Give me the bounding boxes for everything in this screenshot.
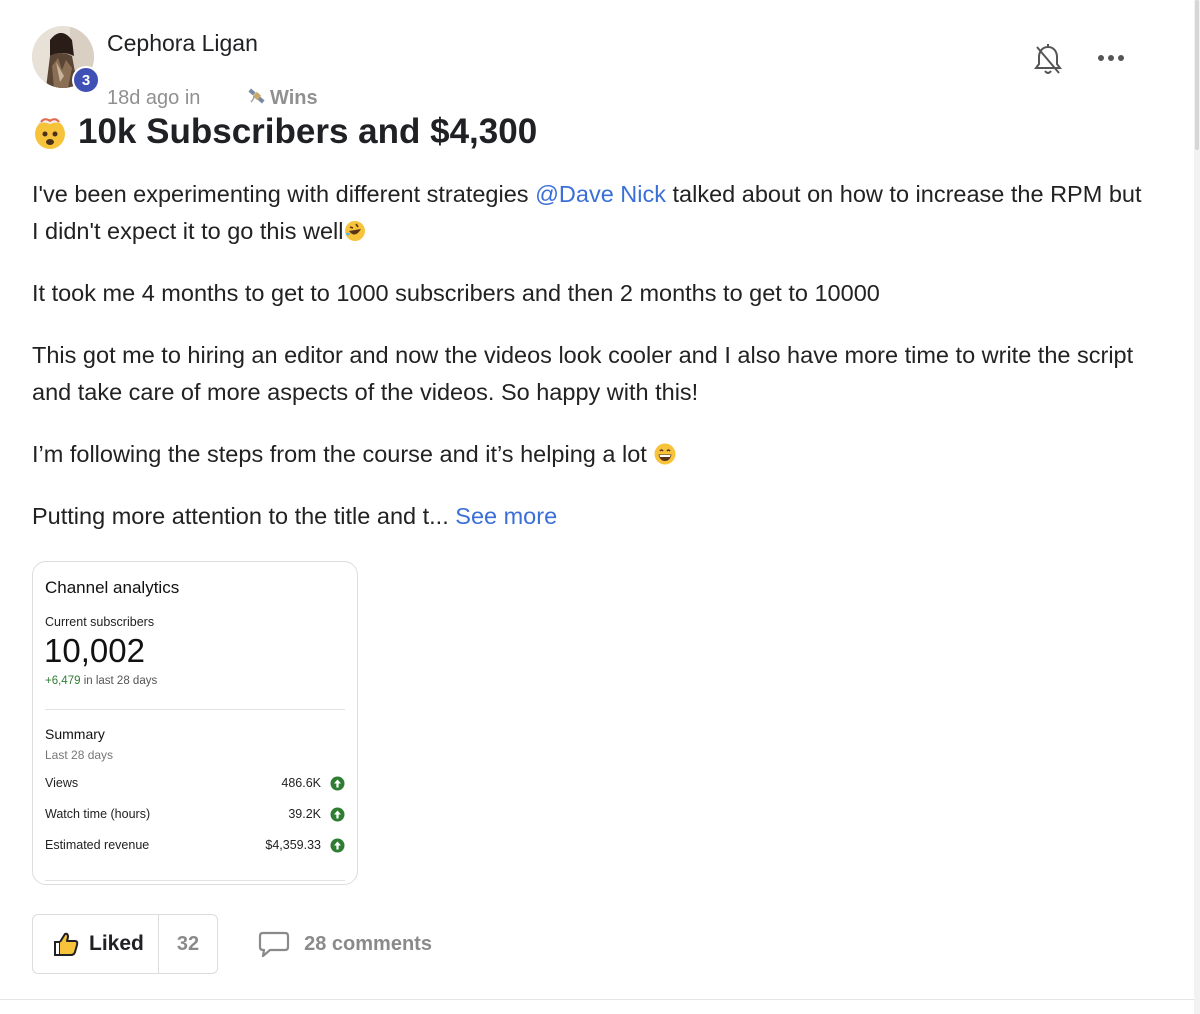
scrollbar-track[interactable] (1194, 0, 1200, 1014)
summary-row-label: Watch time (hours) (45, 807, 151, 821)
paragraph-1-text: I've been experimenting with different s… (32, 181, 536, 207)
summary-period: Last 28 days (45, 748, 114, 762)
like-label: Liked (89, 932, 144, 955)
subscribers-delta: +6,479 (45, 675, 81, 687)
trend-up-icon (330, 807, 345, 822)
scrollbar-thumb[interactable] (1195, 0, 1199, 150)
analytics-bottom-divider (45, 880, 345, 881)
comments-label: 28 comments (304, 932, 432, 955)
subscribers-label: Current subscribers (45, 615, 155, 629)
exploding-head-emoji (32, 114, 68, 150)
post-bottom-divider (0, 999, 1194, 1000)
post-title[interactable]: 10k Subscribers and $4,300 (32, 112, 537, 152)
summary-row-views: Views 486.6K (45, 774, 345, 794)
summary-row-value: 39.2K (288, 807, 321, 821)
thumbs-up-icon (54, 932, 79, 956)
paragraph-5-text: Putting more attention to the title and … (32, 503, 449, 529)
paragraph-4-text: I’m following the steps from the course … (32, 441, 654, 467)
comment-icon (259, 931, 290, 958)
analytics-title: Channel analytics (45, 578, 180, 597)
subscribers-change-label: in last 28 days (80, 675, 158, 687)
paragraph-2: It took me 4 months to get to 1000 subsc… (32, 280, 880, 306)
summary-title: Summary (45, 726, 105, 742)
post-header: 3 Cephora Ligan 18d ago in Wins (32, 24, 1152, 109)
summary-row-value: 486.6K (281, 776, 321, 790)
paragraph-1: I've been experimenting with different s… (32, 176, 1142, 250)
summary-row-label: Estimated revenue (45, 838, 150, 852)
post-title-text: 10k Subscribers and $4,300 (78, 112, 538, 151)
analytics-screenshot[interactable]: Channel analytics Current subscribers 10… (32, 561, 358, 885)
subscribers-count: 10,002 (44, 632, 145, 669)
see-more-link[interactable]: See more (455, 503, 557, 529)
level-badge: 3 (72, 66, 100, 94)
trend-up-icon (330, 776, 345, 791)
paragraph-3: This got me to hiring an editor and now … (32, 342, 1134, 405)
subscribers-change: +6,479 in last 28 days (45, 675, 157, 687)
summary-row-revenue: Estimated revenue $4,359.33 (45, 836, 345, 856)
summary-row-label: Views (45, 776, 79, 790)
paragraph-5: Putting more attention to the title and … (32, 498, 1142, 535)
summary-row-value: $4,359.33 (265, 838, 321, 852)
paragraph-4: I’m following the steps from the course … (32, 436, 1142, 473)
like-count[interactable]: 32 (159, 915, 217, 973)
notification-bell-off-icon[interactable] (1032, 42, 1064, 78)
post-card: 3 Cephora Ligan 18d ago in Wins 10k Subs… (32, 24, 1152, 974)
author-name[interactable]: Cephora Ligan (107, 30, 258, 57)
analytics-divider (45, 709, 345, 710)
grinning-emoji (653, 440, 677, 465)
comments-button[interactable]: 28 comments (258, 930, 432, 958)
like-group: Liked 32 (32, 914, 219, 974)
post-category[interactable]: Wins (270, 87, 318, 110)
post-actions: Liked 32 28 comments (32, 913, 432, 975)
mention-link[interactable]: @Dave Nick (535, 181, 666, 207)
post-time: 18d ago in (107, 87, 206, 109)
more-options-icon[interactable] (1096, 46, 1126, 70)
post-body: I've been experimenting with different s… (32, 176, 1142, 560)
summary-row-watch-time: Watch time (hours) 39.2K (45, 805, 345, 825)
like-button[interactable]: Liked (33, 915, 159, 973)
trend-up-icon (330, 838, 345, 853)
rofl-emoji (343, 217, 367, 241)
